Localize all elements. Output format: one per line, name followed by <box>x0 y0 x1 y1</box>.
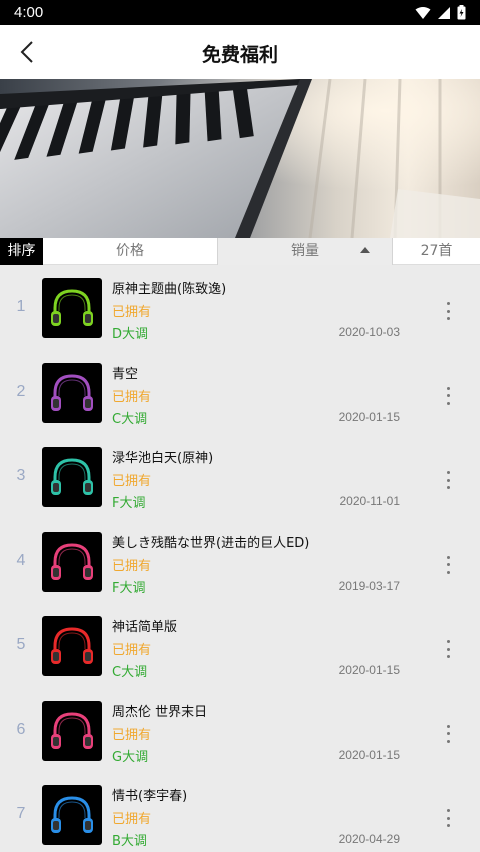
more-options-icon[interactable] <box>438 554 458 576</box>
song-key: C大调 <box>112 665 148 680</box>
song-date: 2020-01-15 <box>338 663 400 677</box>
app-header: 免费福利 <box>0 25 480 79</box>
owned-badge: 已拥有 <box>112 474 152 489</box>
status-bar: 4:00 <box>0 0 480 25</box>
sort-by-price-button[interactable]: 价格 <box>43 238 217 265</box>
song-row[interactable]: 5 神话简单版 已拥有 C大调 2020-01-15 <box>0 603 480 688</box>
song-date: 2020-11-01 <box>339 494 401 508</box>
owned-badge: 已拥有 <box>112 558 152 574</box>
song-rank: 6 <box>16 720 26 738</box>
song-cover[interactable] <box>42 700 102 761</box>
song-row[interactable]: 7 情书(李宇春) 已拥有 B大调 2020-04-29 <box>0 772 480 852</box>
owned-badge: 已拥有 <box>112 812 152 827</box>
song-title[interactable]: 青空 <box>112 363 138 382</box>
song-key: D大调 <box>112 327 149 342</box>
sort-label: 排序 <box>0 238 43 265</box>
headphones-icon <box>51 627 93 664</box>
headphones-icon <box>51 542 93 580</box>
song-title[interactable]: 神话简单版 <box>112 616 177 635</box>
song-title[interactable]: 美しき残酷な世界(进击的巨人ED) <box>112 532 309 551</box>
sort-bar: 排序 价格 销量 27首 <box>0 238 480 265</box>
signal-icon <box>438 6 450 19</box>
song-row[interactable]: 3 渌华池白天(原神) 已拥有 F大调 2020-11-01 <box>0 434 480 519</box>
song-row[interactable]: 2 青空 已拥有 C大调 2020-01-15 <box>0 350 480 435</box>
song-cover[interactable] <box>42 616 102 676</box>
piano-banner-graphic <box>0 79 480 238</box>
banner-image <box>0 79 480 238</box>
song-key: B大调 <box>112 834 147 849</box>
battery-icon <box>457 5 466 20</box>
song-row[interactable]: 4 美しき残酷な世界(进击的巨人ED) 已拥有 F大调 2019-03-17 <box>0 519 480 604</box>
more-options-icon[interactable] <box>438 807 458 829</box>
more-options-icon[interactable] <box>438 469 458 491</box>
owned-badge: 已拥有 <box>112 727 152 743</box>
headphones-icon <box>51 711 93 749</box>
song-key: F大调 <box>112 580 146 596</box>
sort-ascending-icon <box>360 247 370 253</box>
song-cover[interactable] <box>42 447 102 507</box>
song-cover[interactable] <box>42 278 102 338</box>
song-rank: 2 <box>16 382 26 400</box>
song-date: 2020-04-29 <box>338 832 400 846</box>
song-title[interactable]: 情书(李宇春) <box>112 785 187 804</box>
song-title[interactable]: 周杰伦 世界末日 <box>112 701 207 720</box>
song-title[interactable]: 渌华池白天(原神) <box>112 447 213 466</box>
song-cover[interactable] <box>42 785 102 845</box>
owned-badge: 已拥有 <box>112 643 152 658</box>
song-row[interactable]: 6 周杰伦 世界末日 已拥有 G大调 2020-01-15 <box>0 688 480 773</box>
song-key: F大调 <box>112 496 146 511</box>
song-list: 1 原神主题曲(陈致逸) 已拥有 D大调 2020-10-03 2 青空 已拥有… <box>0 265 480 852</box>
song-row[interactable]: 1 原神主题曲(陈致逸) 已拥有 D大调 2020-10-03 <box>0 265 480 350</box>
more-options-icon[interactable] <box>438 385 458 407</box>
song-rank: 1 <box>16 298 26 315</box>
headphones-icon <box>51 796 93 833</box>
sort-price-label: 价格 <box>116 243 144 259</box>
status-time: 4:00 <box>14 4 44 21</box>
song-count: 27首 <box>420 243 453 259</box>
status-icons <box>415 5 466 20</box>
song-cover[interactable] <box>42 362 102 423</box>
song-key: C大调 <box>112 411 148 427</box>
song-rank: 4 <box>16 551 26 569</box>
song-date: 2020-01-15 <box>338 409 400 424</box>
owned-badge: 已拥有 <box>112 305 152 320</box>
song-date: 2020-10-03 <box>338 325 400 339</box>
song-key: G大调 <box>112 749 149 765</box>
headphones-icon <box>51 458 93 495</box>
headphones-icon <box>51 373 93 411</box>
more-options-icon[interactable] <box>438 300 458 322</box>
song-title[interactable]: 原神主题曲(陈致逸) <box>112 278 226 297</box>
owned-badge: 已拥有 <box>112 389 152 405</box>
sort-sales-label: 销量 <box>291 243 319 259</box>
sort-by-sales-button[interactable]: 销量 <box>217 238 393 265</box>
more-options-icon[interactable] <box>438 723 458 745</box>
song-rank: 3 <box>16 467 26 484</box>
page-title: 免费福利 <box>201 44 278 66</box>
wifi-icon <box>415 6 431 19</box>
song-cover[interactable] <box>42 531 102 592</box>
song-date: 2020-01-15 <box>338 747 400 762</box>
song-date: 2019-03-17 <box>338 578 400 593</box>
song-rank: 7 <box>16 805 26 822</box>
headphones-icon <box>51 289 93 326</box>
more-options-icon[interactable] <box>438 638 458 660</box>
song-rank: 5 <box>16 636 26 653</box>
